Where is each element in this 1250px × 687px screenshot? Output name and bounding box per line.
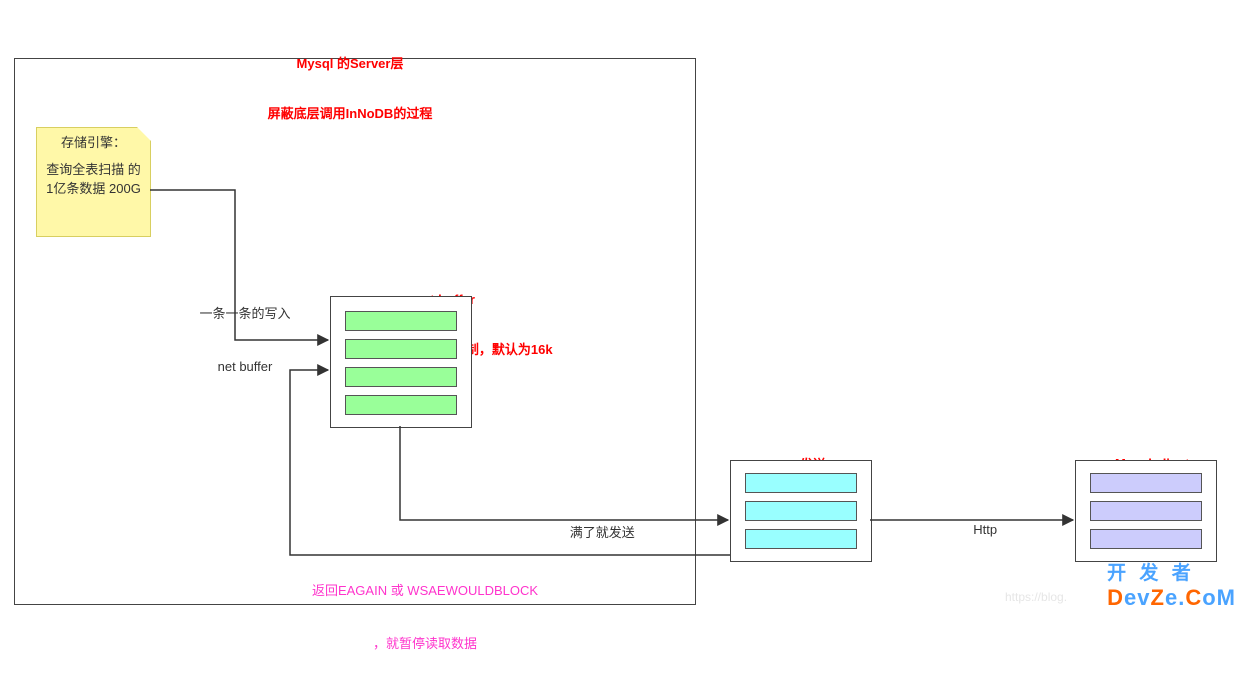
client-box <box>1075 460 1217 562</box>
feedback-label-line2: ，就暂停读取数据 <box>285 635 565 653</box>
net-buffer-row <box>345 395 457 415</box>
arrow1-label-line1: 一条一条的写入 <box>180 305 310 323</box>
brand-en: DevZe.CoM <box>1107 585 1236 611</box>
arrow1-label-line2: net buffer <box>180 358 310 376</box>
server-layer-title-line1: Mysql 的Server层 <box>200 56 500 73</box>
client-row <box>1090 473 1202 493</box>
tcp-buffer-row <box>745 473 857 493</box>
arrow3-label: Http <box>948 507 1008 552</box>
storage-note-heading: 存储引擎： <box>43 134 144 153</box>
watermark-faint-text: https://blog. <box>1005 590 1067 604</box>
arrow3-label-text: Http <box>973 522 997 537</box>
feedback-label-line1: 返回EAGAIN 或 WSAEWOULDBLOCK <box>285 582 565 600</box>
client-row <box>1090 529 1202 549</box>
watermark-faint: https://blog. <box>1005 590 1067 604</box>
arrow1-label: 一条一条的写入 net buffer <box>180 270 310 410</box>
tcp-buffer-box <box>730 460 872 562</box>
server-layer-title: Mysql 的Server层 屏蔽底层调用InNoDB的过程 <box>200 22 500 157</box>
net-buffer-box <box>330 296 472 428</box>
server-layer-title-line2: 屏蔽底层调用InNoDB的过程 <box>200 106 500 123</box>
feedback-label: 返回EAGAIN 或 WSAEWOULDBLOCK ，就暂停读取数据 <box>285 547 565 687</box>
client-row <box>1090 501 1202 521</box>
diagram-canvas: Mysql 的Server层 屏蔽底层调用InNoDB的过程 存储引擎： 查询全… <box>0 0 1250 617</box>
storage-note-body: 查询全表扫描 的1亿条数据 200G <box>43 161 144 199</box>
brand-cn: 开 发 者 <box>1107 558 1236 585</box>
arrow2-label-text: 满了就发送 <box>570 525 635 540</box>
net-buffer-row <box>345 367 457 387</box>
net-buffer-row <box>345 339 457 359</box>
tcp-buffer-row <box>745 501 857 521</box>
storage-engine-note: 存储引擎： 查询全表扫描 的1亿条数据 200G <box>36 127 151 237</box>
net-buffer-row <box>345 311 457 331</box>
brand-watermark: 开 发 者 DevZe.CoM <box>1107 558 1236 611</box>
tcp-buffer-row <box>745 529 857 549</box>
